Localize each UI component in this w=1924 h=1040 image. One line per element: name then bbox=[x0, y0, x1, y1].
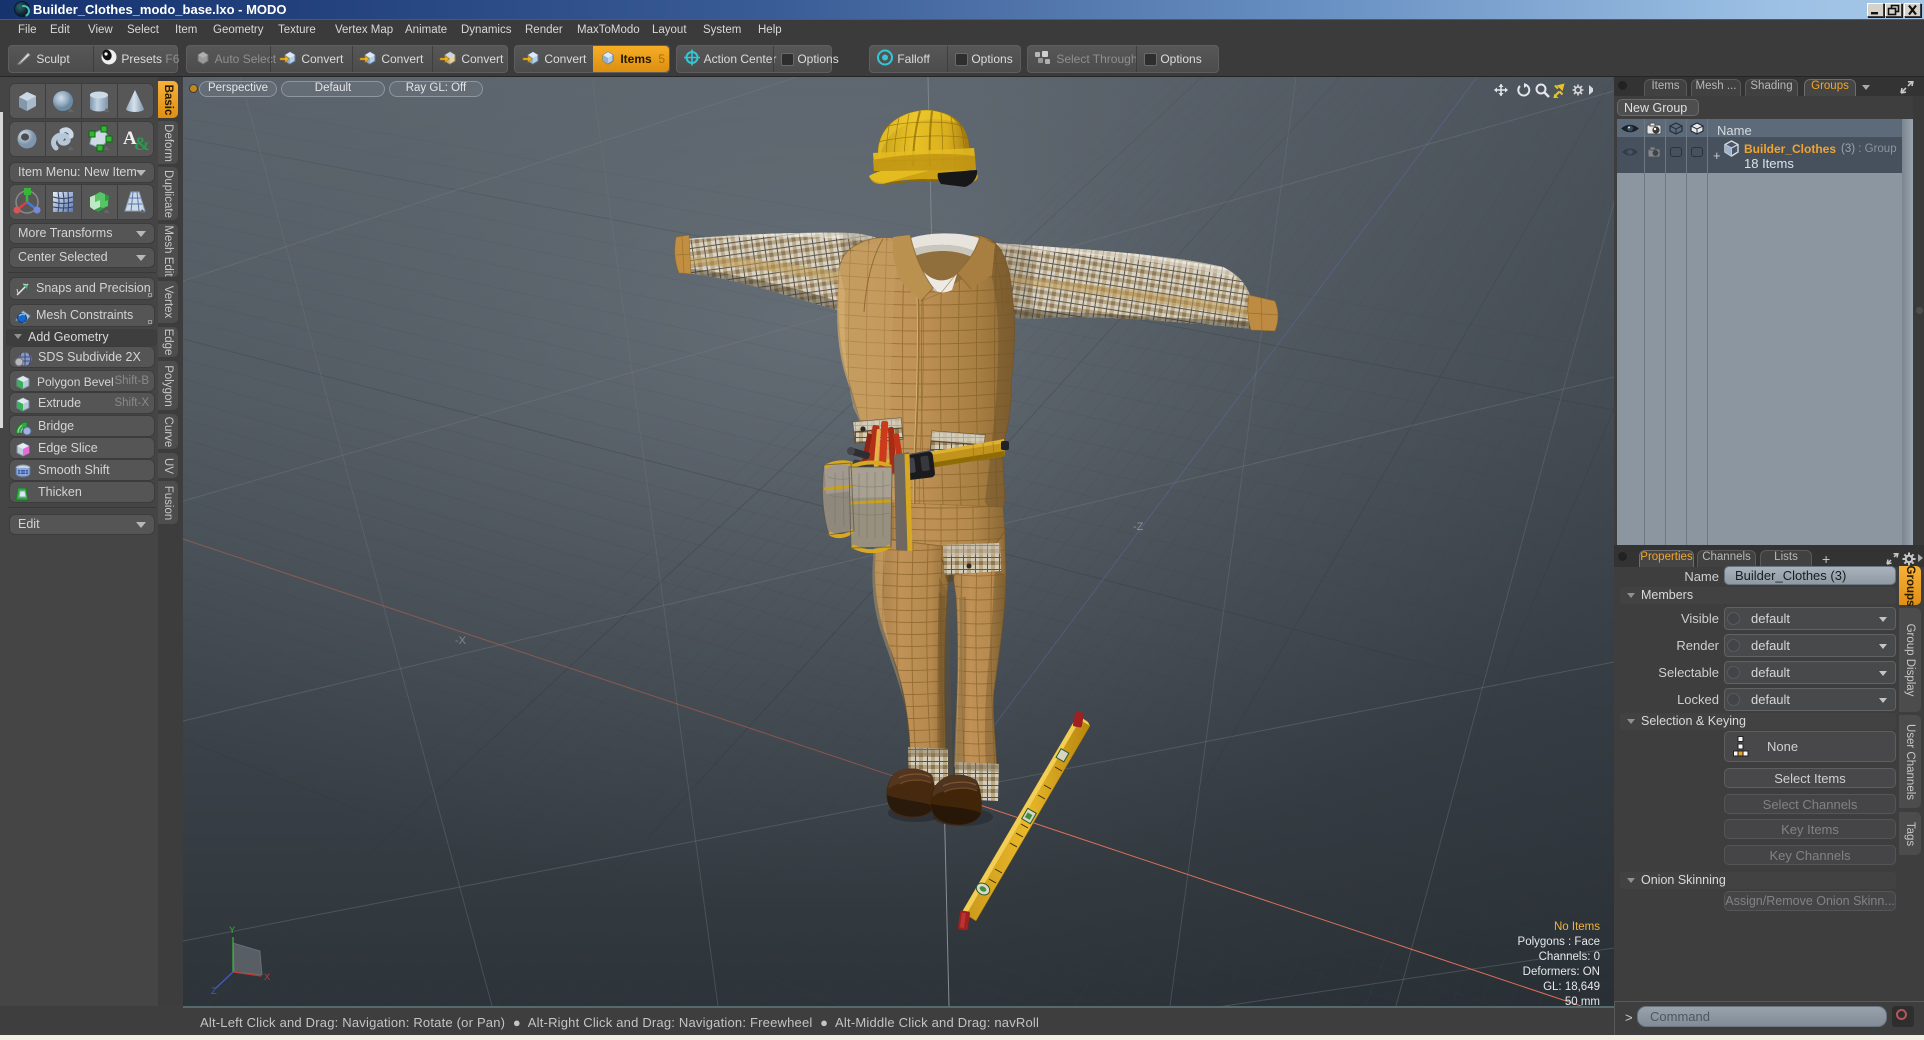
svg-text:Z: Z bbox=[211, 986, 217, 997]
svg-text:Y: Y bbox=[229, 925, 236, 936]
svg-text:&: & bbox=[134, 134, 150, 155]
svg-text:X: X bbox=[264, 972, 271, 983]
svg-text:-Z: -Z bbox=[1133, 521, 1144, 533]
svg-text:-X: -X bbox=[455, 635, 467, 647]
